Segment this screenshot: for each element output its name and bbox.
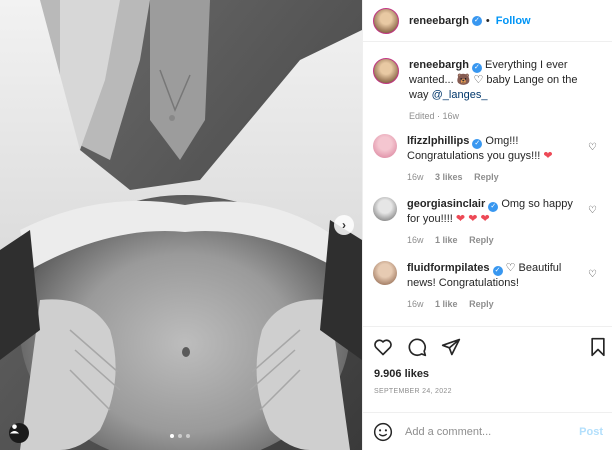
comment-likes[interactable]: 1 like (435, 299, 458, 309)
post-sidebar: reneebargh ✓ • Follow reneebargh ✓ Everyt… (362, 0, 612, 450)
comment-time: 16w (407, 299, 424, 309)
comment-time: 16w (407, 172, 424, 182)
bookmark-button[interactable] (589, 337, 607, 360)
add-comment-bar: Post (363, 412, 612, 450)
next-photo-button[interactable]: › (334, 215, 354, 235)
red-heart-icon: ❤ (543, 150, 553, 162)
instagram-post: › reneebargh ✓ • Follow reneebargh ✓ Eve… (0, 0, 612, 450)
follow-button[interactable]: Follow (496, 15, 531, 27)
comment-item: lfizzlphillips ✓ Omg!!! Congratulations y… (373, 134, 605, 185)
comments-list: reneebargh ✓ Everything I ever wanted... … (363, 52, 612, 325)
post-comment-button[interactable]: Post (579, 426, 603, 438)
commenter-avatar[interactable] (373, 134, 397, 158)
comment-username[interactable]: fluidformpilates (407, 262, 490, 274)
comment-item: georgiasinclair ✓ Omg so happy for you!!!… (373, 197, 605, 248)
heart-icon[interactable] (373, 337, 393, 357)
carousel-dot (186, 434, 190, 438)
verified-badge-icon: ✓ (471, 15, 482, 26)
caption-mention[interactable]: @_langes_ (432, 89, 488, 101)
reply-button[interactable]: Reply (474, 172, 499, 182)
tagged-users-button[interactable] (9, 423, 29, 443)
commenter-avatar[interactable] (373, 261, 397, 285)
like-comment-heart-icon[interactable]: ♡ (588, 142, 597, 153)
comment-body: lfizzlphillips ✓ Omg!!! Congratulations y… (407, 134, 587, 185)
like-comment-heart-icon[interactable]: ♡ (588, 205, 597, 216)
white-heart-icon: ♡ (505, 262, 516, 274)
comment-item: fluidformpilates ✓ ♡ Beautiful news! Cong… (373, 261, 605, 312)
emoji-icon[interactable] (373, 422, 393, 442)
reply-button[interactable]: Reply (469, 299, 494, 309)
pregnancy-photo (0, 0, 362, 450)
post-date: SEPTEMBER 24, 2022 (374, 388, 452, 395)
comment-body: georgiasinclair ✓ Omg so happy for you!!!… (407, 197, 587, 248)
carousel-dot (170, 434, 174, 438)
commenter-avatar[interactable] (373, 197, 397, 221)
post-header: reneebargh ✓ • Follow (363, 0, 612, 42)
reply-button[interactable]: Reply (469, 235, 494, 245)
likes-count[interactable]: 9.906 likes (374, 368, 429, 380)
comment-likes[interactable]: 1 like (435, 235, 458, 245)
comment-icon[interactable] (407, 337, 427, 357)
action-icons (373, 337, 461, 357)
verified-badge-icon: ✓ (471, 63, 482, 73)
chevron-right-icon: › (342, 218, 346, 232)
comment-meta: 16w 1 like Reply (407, 233, 587, 248)
post-photo[interactable]: › (0, 0, 362, 450)
like-comment-heart-icon[interactable]: ♡ (588, 269, 597, 280)
white-heart-icon: ♡ (473, 74, 484, 86)
comment-body: fluidformpilates ✓ ♡ Beautiful news! Cong… (407, 261, 587, 312)
caption-username[interactable]: reneebargh (409, 59, 469, 71)
carousel-dot (178, 434, 182, 438)
comment-meta: 16w 3 likes Reply (407, 170, 587, 185)
verified-badge-icon: ✓ (492, 266, 503, 276)
caption-meta: Edited · 16w (409, 111, 460, 121)
separator: • (485, 14, 490, 27)
caption-body: reneebargh ✓ Everything I ever wanted... … (409, 58, 589, 124)
red-heart-icon: ❤ ❤ ❤ (455, 213, 490, 225)
comment-input[interactable] (405, 425, 580, 438)
verified-badge-icon: ✓ (488, 202, 499, 212)
actions-divider (363, 326, 612, 327)
comment-meta: 16w 1 like Reply (407, 297, 587, 312)
author-username[interactable]: reneebargh (409, 15, 469, 27)
author-avatar[interactable] (373, 7, 399, 34)
caption: reneebargh ✓ Everything I ever wanted... … (373, 58, 605, 124)
carousel-indicator (170, 434, 190, 438)
verified-badge-icon: ✓ (472, 139, 483, 149)
user-tag-icon (9, 424, 20, 434)
bookmark-icon (591, 337, 605, 357)
comment-username[interactable]: georgiasinclair (407, 198, 485, 210)
comment-username[interactable]: lfizzlphillips (407, 135, 469, 147)
comment-time: 16w (407, 235, 424, 245)
comment-likes[interactable]: 3 likes (435, 172, 463, 182)
share-icon[interactable] (441, 337, 461, 357)
author-avatar[interactable] (373, 58, 399, 84)
